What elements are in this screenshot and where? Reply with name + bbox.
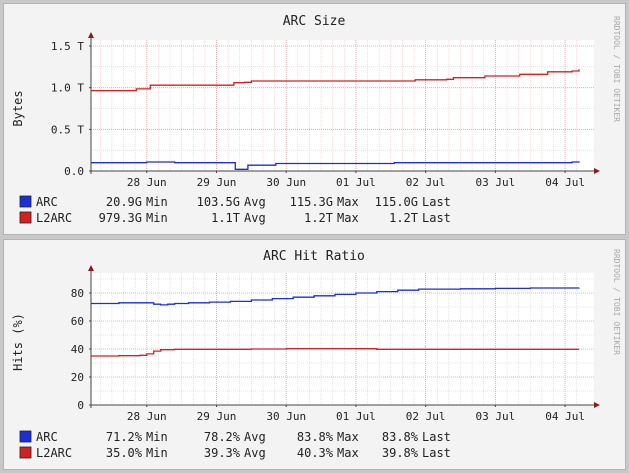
chart-title: ARC Size: [283, 14, 346, 29]
stat-last: 1.2T: [389, 211, 418, 225]
plot-area: [91, 40, 594, 171]
y-tick-label: 0: [77, 399, 84, 412]
chart-title: ARC Hit Ratio: [263, 249, 365, 264]
stat-max-label: Max: [337, 430, 359, 444]
stat-min-label: Min: [146, 446, 168, 460]
stat-min-label: Min: [146, 430, 168, 444]
y-tick-label: 60: [71, 315, 84, 328]
stat-min: 20.9G: [106, 195, 142, 209]
stat-max-label: Max: [337, 195, 359, 209]
stat-min-label: Min: [146, 211, 168, 225]
legend-swatch-l2arc: [19, 211, 32, 224]
rrdtool-watermark: RRDTOOL / TOBI OETIKER: [612, 249, 621, 355]
y-tick-label: 80: [71, 287, 84, 300]
stat-max: 1.2T: [304, 211, 333, 225]
stat-last: 39.8%: [382, 446, 419, 460]
y-axis-arrow: [88, 32, 94, 38]
arc-size-chart: ARC Size Bytes 0.0 0.5 T 1.0 T 1.5 T 28 Jun 29 …: [11, 14, 621, 225]
x-tick-label: 28 Jun: [127, 410, 167, 423]
stat-avg: 39.3%: [204, 446, 241, 460]
legend-label: ARC: [36, 430, 58, 444]
x-tick-label: 01 Jul: [336, 410, 376, 423]
stat-avg: 1.1T: [211, 211, 240, 225]
stat-last-label: Last: [422, 211, 451, 225]
arc-hit-ratio-chart: ARC Hit Ratio Hits (%) 0 20 40 60 80 28 Jun 29 J…: [11, 249, 621, 460]
x-tick-label: 30 Jun: [266, 176, 306, 189]
legend-label: L2ARC: [36, 211, 72, 225]
stat-last-label: Last: [422, 446, 451, 460]
arc-size-panel: ARC Size Bytes 0.0 0.5 T 1.0 T 1.5 T 28 Jun 29 …: [3, 3, 626, 235]
stat-max: 40.3%: [297, 446, 334, 460]
x-tick-label: 29 Jun: [197, 410, 237, 423]
stat-max-label: Max: [337, 211, 359, 225]
x-tick-label: 01 Jul: [336, 176, 376, 189]
y-tick-label: 1.5 T: [51, 40, 84, 53]
x-tick-label: 04 Jul: [545, 410, 585, 423]
x-tick-label: 03 Jul: [475, 410, 515, 423]
stat-avg-label: Avg: [244, 195, 266, 209]
y-tick-label: 1.0 T: [51, 82, 84, 95]
stat-avg: 78.2%: [204, 430, 241, 444]
x-axis-arrow: [594, 402, 600, 408]
y-tick-label: 0.0: [64, 165, 84, 178]
stat-last: 115.0G: [375, 195, 418, 209]
x-tick-label: 04 Jul: [545, 176, 585, 189]
stat-max-label: Max: [337, 446, 359, 460]
stat-last: 83.8%: [382, 430, 419, 444]
stat-max: 83.8%: [297, 430, 334, 444]
y-tick-label: 40: [71, 343, 84, 356]
stat-avg-label: Avg: [244, 430, 266, 444]
stat-max: 115.3G: [290, 195, 333, 209]
x-tick-label: 30 Jun: [266, 410, 306, 423]
legend-swatch-arc: [19, 430, 32, 443]
y-tick-label: 20: [71, 371, 84, 384]
y-axis-arrow: [88, 265, 94, 271]
stat-last-label: Last: [422, 430, 451, 444]
rrdtool-watermark: RRDTOOL / TOBI OETIKER: [612, 16, 621, 122]
x-tick-label: 03 Jul: [475, 176, 515, 189]
stat-avg-label: Avg: [244, 446, 266, 460]
legend-label: L2ARC: [36, 446, 72, 460]
stat-last-label: Last: [422, 195, 451, 209]
legend-swatch-l2arc: [19, 446, 32, 459]
x-tick-label: 02 Jul: [406, 176, 446, 189]
x-tick-label: 02 Jul: [406, 410, 446, 423]
stat-min: 979.3G: [99, 211, 142, 225]
legend-swatch-arc: [19, 195, 32, 208]
y-axis-label: Hits (%): [11, 313, 25, 371]
legend-label: ARC: [36, 195, 58, 209]
x-tick-label: 29 Jun: [197, 176, 237, 189]
stat-min: 71.2%: [106, 430, 143, 444]
stat-min: 35.0%: [106, 446, 143, 460]
y-axis-label: Bytes: [11, 90, 25, 126]
x-tick-label: 28 Jun: [127, 176, 167, 189]
stat-avg: 103.5G: [197, 195, 240, 209]
y-tick-label: 0.5 T: [51, 123, 84, 136]
x-axis-arrow: [594, 168, 600, 174]
stat-avg-label: Avg: [244, 211, 266, 225]
stat-min-label: Min: [146, 195, 168, 209]
arc-hit-ratio-panel: ARC Hit Ratio Hits (%) 0 20 40 60 80 28 Jun 29 J…: [3, 239, 626, 470]
